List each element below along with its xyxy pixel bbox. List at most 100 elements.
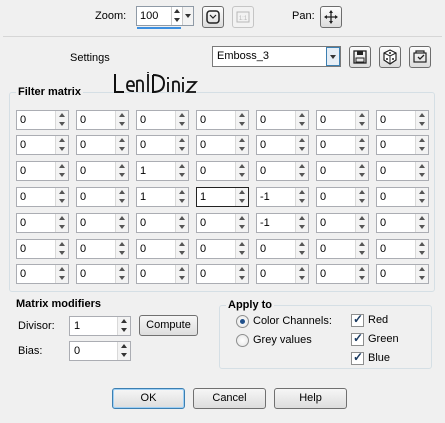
spin-down-icon[interactable] — [359, 173, 365, 177]
matrix-cell-spinner[interactable] — [175, 162, 188, 180]
matrix-cell-value[interactable]: 0 — [80, 139, 86, 151]
matrix-cell-input[interactable]: -1 — [256, 187, 309, 207]
spin-up-icon[interactable] — [179, 113, 185, 117]
help-button[interactable]: Help — [274, 388, 347, 409]
matrix-cell-value[interactable]: 1 — [140, 191, 146, 203]
zoom-combo[interactable]: 100 — [136, 6, 194, 29]
matrix-cell-input[interactable]: 0 — [76, 239, 129, 259]
matrix-cell-input[interactable]: 0 — [196, 239, 249, 259]
matrix-cell-input[interactable]: 0 — [196, 213, 249, 233]
reset-preset-button[interactable] — [379, 46, 401, 68]
matrix-cell-input[interactable]: 0 — [16, 110, 69, 130]
spin-down-icon[interactable] — [299, 199, 305, 203]
spin-down-icon[interactable] — [299, 251, 305, 255]
matrix-cell-spinner[interactable] — [115, 162, 128, 180]
matrix-cell-input[interactable]: 0 — [256, 239, 309, 259]
spin-up-icon[interactable] — [179, 216, 185, 220]
spin-down-icon[interactable] — [299, 147, 305, 151]
matrix-cell-input[interactable]: 0 — [376, 110, 429, 130]
bias-input[interactable]: 0 — [69, 341, 131, 361]
matrix-cell-input[interactable]: 0 — [316, 213, 369, 233]
spin-down-icon[interactable] — [299, 225, 305, 229]
matrix-cell-value[interactable]: 0 — [260, 243, 266, 255]
spin-up-icon[interactable] — [299, 113, 305, 117]
spin-down-icon[interactable] — [299, 173, 305, 177]
spin-down-icon[interactable] — [239, 199, 245, 203]
matrix-cell-input[interactable]: 0 — [76, 187, 129, 207]
matrix-cell-spinner[interactable] — [355, 188, 368, 206]
spin-down-icon[interactable] — [419, 147, 425, 151]
matrix-cell-value[interactable]: 0 — [260, 114, 266, 126]
matrix-cell-value[interactable]: 0 — [380, 114, 386, 126]
matrix-cell-input[interactable]: 0 — [376, 264, 429, 284]
matrix-cell-input[interactable]: 0 — [76, 110, 129, 130]
spin-up-icon[interactable] — [239, 164, 245, 168]
matrix-cell-spinner[interactable] — [295, 136, 308, 154]
matrix-cell-value[interactable]: 0 — [320, 191, 326, 203]
spin-up-icon[interactable] — [174, 9, 180, 13]
spin-down-icon[interactable] — [239, 276, 245, 280]
matrix-cell-spinner[interactable] — [175, 214, 188, 232]
spin-up-icon[interactable] — [59, 242, 65, 246]
red-checkbox[interactable]: ✓ — [351, 312, 364, 327]
spin-down-icon[interactable] — [179, 147, 185, 151]
matrix-cell-spinner[interactable] — [295, 162, 308, 180]
matrix-cell-input[interactable]: 0 — [316, 135, 369, 155]
matrix-cell-value[interactable]: 0 — [140, 139, 146, 151]
matrix-cell-value[interactable]: 0 — [320, 217, 326, 229]
spin-up-icon[interactable] — [299, 164, 305, 168]
spin-down-icon[interactable] — [239, 173, 245, 177]
spin-down-icon[interactable] — [419, 199, 425, 203]
spin-up-icon[interactable] — [59, 190, 65, 194]
matrix-cell-spinner[interactable] — [295, 111, 308, 129]
spin-down-icon[interactable] — [119, 199, 125, 203]
spin-down-icon[interactable] — [174, 18, 180, 22]
matrix-cell-spinner[interactable] — [115, 136, 128, 154]
spin-down-icon[interactable] — [299, 276, 305, 280]
matrix-cell-value[interactable]: 0 — [380, 268, 386, 280]
matrix-cell-value[interactable]: 0 — [80, 268, 86, 280]
matrix-cell-value[interactable]: 0 — [20, 191, 26, 203]
spin-up-icon[interactable] — [419, 267, 425, 271]
matrix-cell-spinner[interactable] — [415, 136, 428, 154]
spin-down-icon[interactable] — [119, 147, 125, 151]
spin-up-icon[interactable] — [359, 190, 365, 194]
matrix-cell-value[interactable]: 0 — [320, 268, 326, 280]
spin-up-icon[interactable] — [59, 138, 65, 142]
spin-down-icon[interactable] — [419, 251, 425, 255]
matrix-cell-spinner[interactable] — [115, 265, 128, 283]
spin-down-icon[interactable] — [121, 328, 127, 332]
matrix-cell-input[interactable]: 0 — [136, 264, 189, 284]
matrix-cell-spinner[interactable] — [415, 111, 428, 129]
matrix-cell-input[interactable]: 0 — [376, 239, 429, 259]
matrix-cell-value[interactable]: 0 — [260, 139, 266, 151]
matrix-cell-value[interactable]: 0 — [260, 268, 266, 280]
spin-up-icon[interactable] — [119, 242, 125, 246]
matrix-cell-value[interactable]: 0 — [20, 243, 26, 255]
spin-up-icon[interactable] — [359, 216, 365, 220]
spin-up-icon[interactable] — [179, 242, 185, 246]
divisor-input[interactable]: 1 — [69, 316, 131, 336]
blue-checkbox[interactable]: ✓ — [351, 350, 364, 365]
spin-up-icon[interactable] — [119, 216, 125, 220]
matrix-cell-value[interactable]: 0 — [140, 114, 146, 126]
spin-up-icon[interactable] — [239, 138, 245, 142]
matrix-cell-spinner[interactable] — [355, 162, 368, 180]
matrix-cell-input[interactable]: 0 — [76, 161, 129, 181]
spin-up-icon[interactable] — [299, 190, 305, 194]
matrix-cell-input[interactable]: 0 — [376, 187, 429, 207]
spin-up-icon[interactable] — [119, 267, 125, 271]
spin-up-icon[interactable] — [299, 138, 305, 142]
matrix-cell-input[interactable]: 0 — [256, 135, 309, 155]
spin-down-icon[interactable] — [59, 225, 65, 229]
matrix-cell-value[interactable]: 0 — [260, 165, 266, 177]
matrix-cell-spinner[interactable] — [55, 240, 68, 258]
spin-down-icon[interactable] — [119, 276, 125, 280]
spin-up-icon[interactable] — [239, 267, 245, 271]
spin-up-icon[interactable] — [359, 113, 365, 117]
spin-down-icon[interactable] — [119, 122, 125, 126]
color-channels-radio[interactable] — [236, 315, 249, 328]
matrix-cell-input[interactable]: 0 — [316, 110, 369, 130]
zoom-value[interactable]: 100 — [140, 10, 158, 22]
matrix-cell-spinner[interactable] — [55, 188, 68, 206]
